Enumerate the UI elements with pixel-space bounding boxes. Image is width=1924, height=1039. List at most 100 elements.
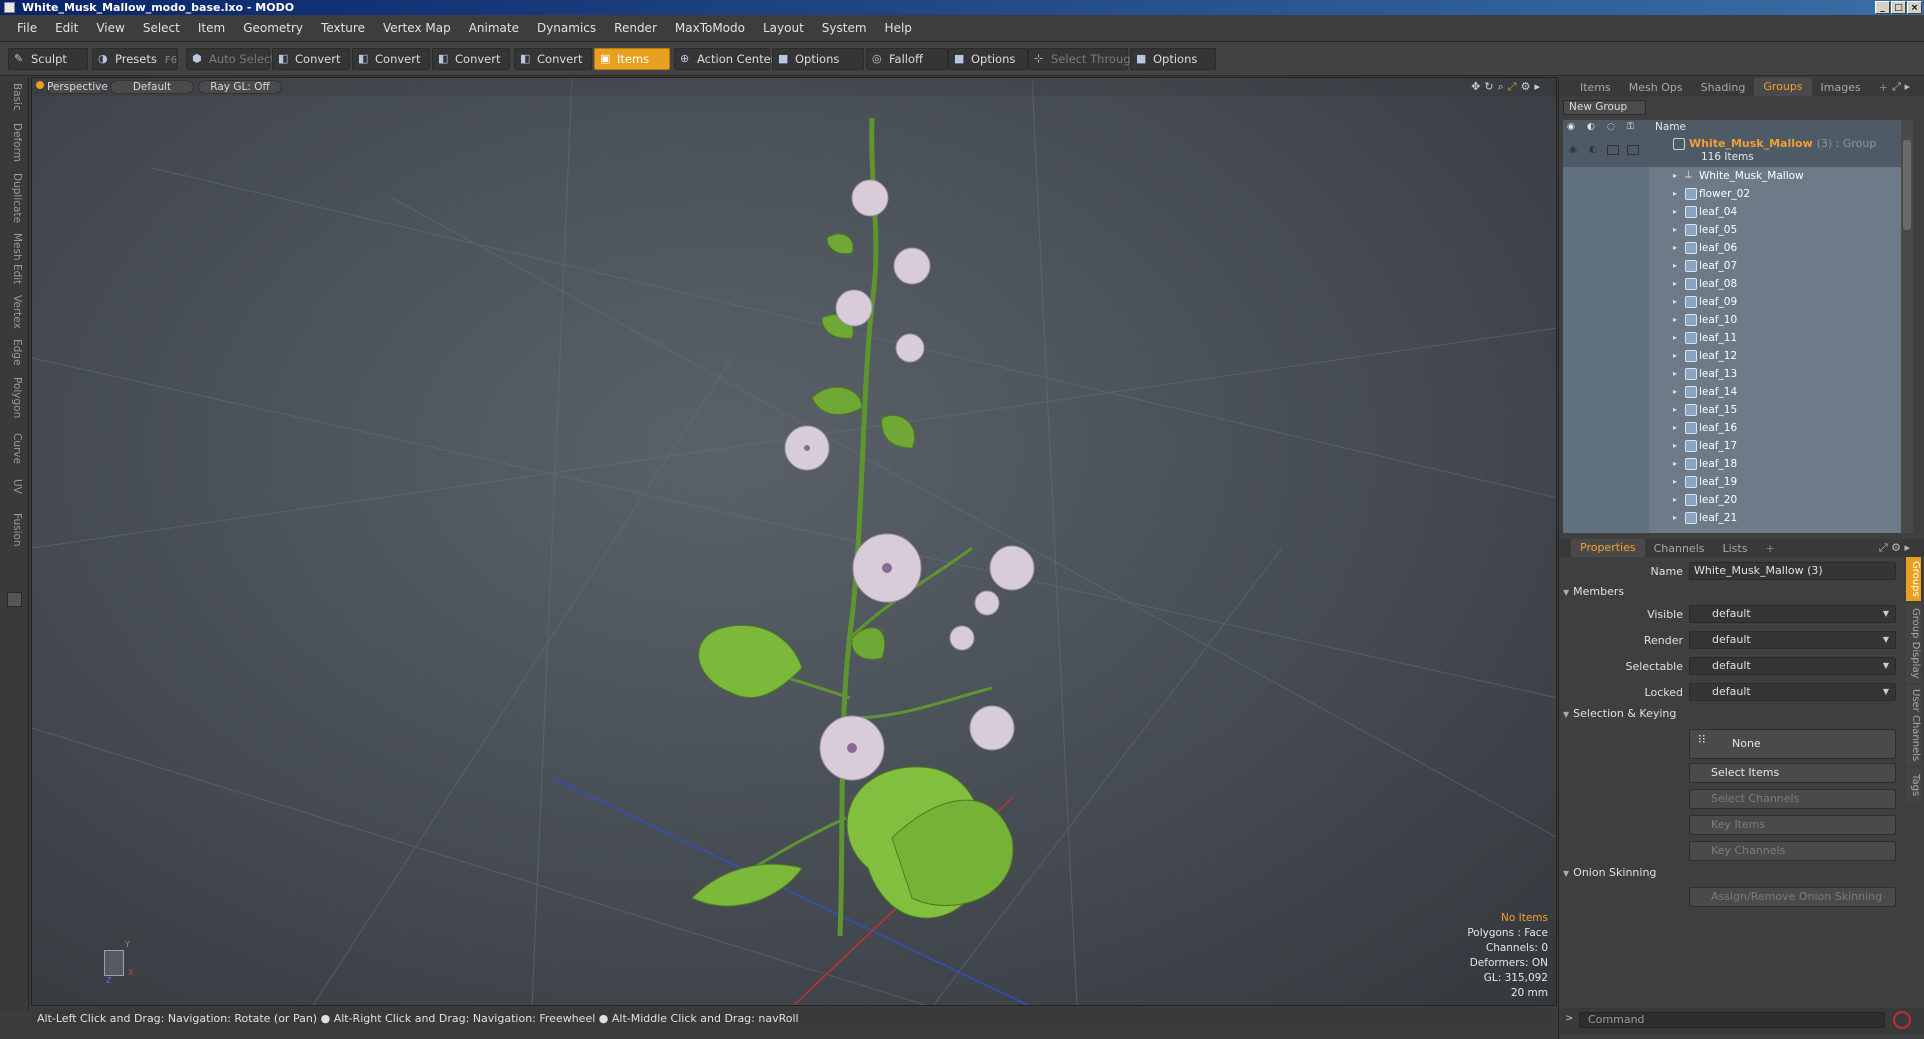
- select-items-button[interactable]: Select Items: [1689, 763, 1896, 783]
- 3d-viewport[interactable]: Perspective Default Ray GL: Off ✥ ↻ ⌕ ⤢ …: [31, 77, 1557, 1006]
- menu-view[interactable]: View: [87, 21, 133, 35]
- menu-layout[interactable]: Layout: [754, 21, 813, 35]
- list-item[interactable]: ▸ leaf_04: [1563, 203, 1901, 221]
- expand-icon[interactable]: ▸: [1673, 293, 1677, 311]
- list-item[interactable]: ▸ leaf_06: [1563, 239, 1901, 257]
- tab-groups[interactable]: Groups: [1754, 78, 1812, 96]
- tab-lists[interactable]: Lists: [1714, 542, 1757, 555]
- tab-mesh-ops[interactable]: Mesh Ops: [1620, 81, 1692, 94]
- viewport-options-icon[interactable]: [36, 81, 44, 89]
- members-section-header[interactable]: ▼ Members: [1563, 585, 1624, 598]
- expand-icon[interactable]: ▸: [1673, 509, 1677, 527]
- expand-icon[interactable]: ▸: [1673, 239, 1677, 257]
- list-item[interactable]: ▸ leaf_10: [1563, 311, 1901, 329]
- lock-column-icon[interactable]: ⚿: [1627, 120, 1634, 135]
- expand-icon[interactable]: ▸: [1673, 185, 1677, 203]
- panel-menu-icon[interactable]: ⤢ ⚙ ▸: [1870, 541, 1919, 555]
- list-item[interactable]: ▸ leaf_11: [1563, 329, 1901, 347]
- expand-icon[interactable]: ▸: [1673, 257, 1677, 275]
- list-item[interactable]: ▸ leaf_05: [1563, 221, 1901, 239]
- tab-fusion[interactable]: Fusion: [5, 513, 23, 547]
- tab-mesh-edit[interactable]: Mesh Edit: [5, 233, 23, 284]
- select-through-options-button[interactable]: ■ Options: [1130, 48, 1216, 70]
- expand-icon[interactable]: ▸: [1673, 221, 1677, 239]
- maximize-viewport-icon[interactable]: ⤢: [1508, 80, 1517, 94]
- lock-toggle[interactable]: [1627, 145, 1639, 155]
- menu-select[interactable]: Select: [134, 21, 189, 35]
- expand-icon[interactable]: ▸: [1673, 311, 1677, 329]
- menu-file[interactable]: File: [8, 21, 46, 35]
- tab-polygon[interactable]: Polygon: [5, 377, 23, 418]
- presets-button[interactable]: ◑ Presets F6: [92, 48, 178, 70]
- minimize-button[interactable]: _: [1875, 1, 1890, 14]
- menu-vertex-map[interactable]: Vertex Map: [374, 21, 460, 35]
- list-item[interactable]: ▸ leaf_08: [1563, 275, 1901, 293]
- select-through-button[interactable]: ⊹ Select Through: [1028, 48, 1138, 70]
- expand-icon[interactable]: ▸: [1673, 419, 1677, 437]
- expand-icon[interactable]: ▸: [1673, 167, 1677, 185]
- list-item[interactable]: ▸ leaf_12: [1563, 347, 1901, 365]
- scrollbar-thumb[interactable]: [1903, 140, 1911, 230]
- tab-items[interactable]: Items: [1571, 81, 1620, 94]
- expand-icon[interactable]: ▸: [1673, 365, 1677, 383]
- list-item[interactable]: ▸ leaf_16: [1563, 419, 1901, 437]
- menu-edit[interactable]: Edit: [46, 21, 87, 35]
- raygl-toggle-button[interactable]: Ray GL: Off: [198, 80, 282, 94]
- falloff-options-button[interactable]: ■ Options: [948, 48, 1028, 70]
- name-column-header[interactable]: Name: [1655, 120, 1686, 135]
- list-item[interactable]: ▸ leaf_19: [1563, 473, 1901, 491]
- list-item[interactable]: ▸ leaf_20: [1563, 491, 1901, 509]
- menu-help[interactable]: Help: [876, 21, 921, 35]
- command-input[interactable]: Command: [1579, 1012, 1885, 1028]
- side-tab-tags[interactable]: Tags: [1906, 767, 1921, 803]
- side-tab-group-display[interactable]: Group Display: [1906, 603, 1921, 683]
- tab-curve[interactable]: Curve: [5, 433, 23, 464]
- add-tab-icon[interactable]: +: [1756, 542, 1783, 555]
- items-mode-button[interactable]: ▣ Items: [594, 48, 670, 70]
- expand-icon[interactable]: ▸: [1673, 383, 1677, 401]
- menu-geometry[interactable]: Geometry: [234, 21, 312, 35]
- menu-maxtomodo[interactable]: MaxToModo: [666, 21, 754, 35]
- selection-keying-section-header[interactable]: ▼ Selection & Keying: [1563, 707, 1676, 720]
- key-items-button[interactable]: Key Items: [1689, 815, 1896, 835]
- tab-basic[interactable]: Basic: [5, 83, 23, 111]
- view-type-button[interactable]: Perspective: [46, 80, 108, 94]
- convert-material-button[interactable]: ◧ Convert: [514, 48, 592, 70]
- expand-icon[interactable]: ▸: [1673, 491, 1677, 509]
- list-item[interactable]: ▸ leaf_07: [1563, 257, 1901, 275]
- falloff-button[interactable]: ◎ Falloff: [866, 48, 948, 70]
- visibility-column-icon[interactable]: ◉: [1567, 120, 1575, 135]
- sculpt-button[interactable]: ✎ Sculpt: [8, 48, 88, 70]
- convert-vertex-button[interactable]: ◧ Convert: [272, 48, 350, 70]
- list-item[interactable]: ▸ leaf_09: [1563, 293, 1901, 311]
- tab-duplicate[interactable]: Duplicate: [5, 173, 23, 223]
- menu-system[interactable]: System: [813, 21, 876, 35]
- auto-select-button[interactable]: ⬢ Auto Select: [186, 48, 275, 70]
- pan-icon[interactable]: ✥: [1471, 80, 1480, 94]
- maximize-button[interactable]: □: [1891, 1, 1906, 14]
- tab-images[interactable]: Images: [1812, 81, 1870, 94]
- list-item[interactable]: ▸ leaf_14: [1563, 383, 1901, 401]
- expand-icon[interactable]: ▸: [1673, 347, 1677, 365]
- select-column-icon[interactable]: ◌: [1607, 120, 1615, 135]
- tab-properties[interactable]: Properties: [1571, 539, 1645, 557]
- convert-edge-button[interactable]: ◧ Convert: [352, 48, 430, 70]
- list-item[interactable]: ▸ leaf_21: [1563, 509, 1901, 527]
- expand-icon[interactable]: ▸: [1673, 473, 1677, 491]
- expand-icon[interactable]: ▸: [1673, 275, 1677, 293]
- list-item[interactable]: ▸ leaf_15: [1563, 401, 1901, 419]
- tab-vertex[interactable]: Vertex: [5, 295, 23, 329]
- menu-item[interactable]: Item: [189, 21, 234, 35]
- expand-icon[interactable]: ▸: [1673, 203, 1677, 221]
- render-dropdown[interactable]: default ▼: [1689, 631, 1896, 649]
- list-item[interactable]: ▸ leaf_13: [1563, 365, 1901, 383]
- visible-dropdown[interactable]: default ▼: [1689, 605, 1896, 623]
- render-column-icon[interactable]: ◐: [1587, 120, 1595, 135]
- select-channels-button[interactable]: Select Channels: [1689, 789, 1896, 809]
- tab-deform[interactable]: Deform: [5, 123, 23, 162]
- side-tab-groups[interactable]: Groups: [1906, 557, 1921, 601]
- groups-list-scrollbar[interactable]: [1901, 120, 1913, 533]
- shading-style-button[interactable]: Default: [110, 80, 194, 94]
- render-icon[interactable]: ◐: [1587, 145, 1599, 155]
- list-item[interactable]: ▸ leaf_18: [1563, 455, 1901, 473]
